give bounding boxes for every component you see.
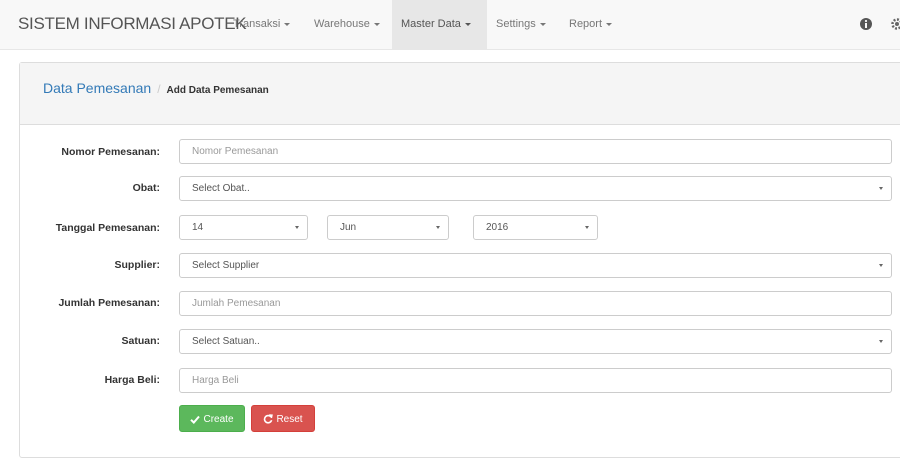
label-obat: Obat: xyxy=(132,182,160,194)
label-supplier: Supplier: xyxy=(114,259,160,271)
nav-menu-label: Report xyxy=(569,18,603,30)
caret-down-icon xyxy=(539,22,546,26)
tanggal-year-value: 2016 xyxy=(486,222,509,233)
tanggal-day-value: 14 xyxy=(192,222,204,233)
caret-down-icon xyxy=(373,22,380,26)
label-nomor-pemesanan: Nomor Pemesanan: xyxy=(61,146,160,158)
dropdown-arrow-icon xyxy=(879,264,883,267)
nav-menu-report[interactable]: Report xyxy=(560,0,621,49)
tanggal-month-value: Jun xyxy=(340,222,357,233)
tanggal-month-select[interactable]: Jun xyxy=(327,215,449,240)
label-jumlah-pemesanan: Jumlah Pemesanan: xyxy=(58,297,160,309)
refresh-icon xyxy=(264,414,274,424)
tanggal-day-select[interactable]: 14 xyxy=(179,215,308,240)
create-button-label: Create xyxy=(203,414,234,425)
caret-down-icon xyxy=(284,22,291,26)
satuan-select[interactable]: Select Satuan.. xyxy=(179,329,892,354)
jumlah-pemesanan-input[interactable]: Jumlah Pemesanan xyxy=(179,291,892,316)
obat-select-value: Select Obat.. xyxy=(192,183,250,194)
caret-down-icon xyxy=(606,22,613,26)
nav-menu-transaksi[interactable]: Transaksi xyxy=(224,0,299,49)
nav-menu-label: Master Data xyxy=(401,18,461,30)
nav-menu-settings[interactable]: Settings xyxy=(487,0,555,49)
label-harga-beli: Harga Beli: xyxy=(104,374,160,386)
label-satuan: Satuan: xyxy=(121,335,160,347)
label-tanggal-pemesanan: Tanggal Pemesanan: xyxy=(55,222,160,234)
breadcrumb: Data Pemesanan / Add Data Pemesanan xyxy=(43,80,269,96)
supplier-select[interactable]: Select Supplier xyxy=(179,253,892,278)
app-brand[interactable]: SISTEM INFORMASI APOTEK xyxy=(18,14,247,34)
create-button[interactable]: Create xyxy=(179,405,245,432)
info-icon[interactable] xyxy=(859,17,873,31)
dropdown-arrow-icon xyxy=(436,226,440,229)
tanggal-year-select[interactable]: 2016 xyxy=(473,215,598,240)
dropdown-arrow-icon xyxy=(879,340,883,343)
breadcrumb-separator: / xyxy=(157,82,161,96)
check-icon xyxy=(190,415,201,424)
nav-menu-label: Transaksi xyxy=(233,18,281,30)
dropdown-arrow-icon xyxy=(585,226,589,229)
nav-menu-label: Settings xyxy=(496,18,536,30)
dropdown-arrow-icon xyxy=(295,226,299,229)
breadcrumb-link-data-pemesanan[interactable]: Data Pemesanan xyxy=(43,80,151,96)
supplier-select-value: Select Supplier xyxy=(192,260,260,271)
nav-menu-warehouse[interactable]: Warehouse xyxy=(305,0,389,49)
reset-button[interactable]: Reset xyxy=(251,405,315,432)
nav-menu-label: Warehouse xyxy=(314,18,370,30)
top-navbar: SISTEM INFORMASI APOTEK Transaksi Wareho… xyxy=(0,0,900,50)
breadcrumb-current: Add Data Pemesanan xyxy=(166,85,269,96)
caret-down-icon xyxy=(464,22,471,26)
dropdown-arrow-icon xyxy=(879,187,883,190)
nomor-pemesanan-input[interactable]: Nomor Pemesanan xyxy=(179,139,892,164)
gear-icon[interactable] xyxy=(890,17,900,31)
satuan-select-value: Select Satuan.. xyxy=(192,336,260,347)
reset-button-label: Reset xyxy=(276,414,303,425)
panel-heading: Data Pemesanan / Add Data Pemesanan xyxy=(20,63,900,125)
harga-beli-input[interactable]: Harga Beli xyxy=(179,368,892,393)
nav-menu-master-data[interactable]: Master Data xyxy=(392,0,487,49)
obat-select[interactable]: Select Obat.. xyxy=(179,176,892,201)
